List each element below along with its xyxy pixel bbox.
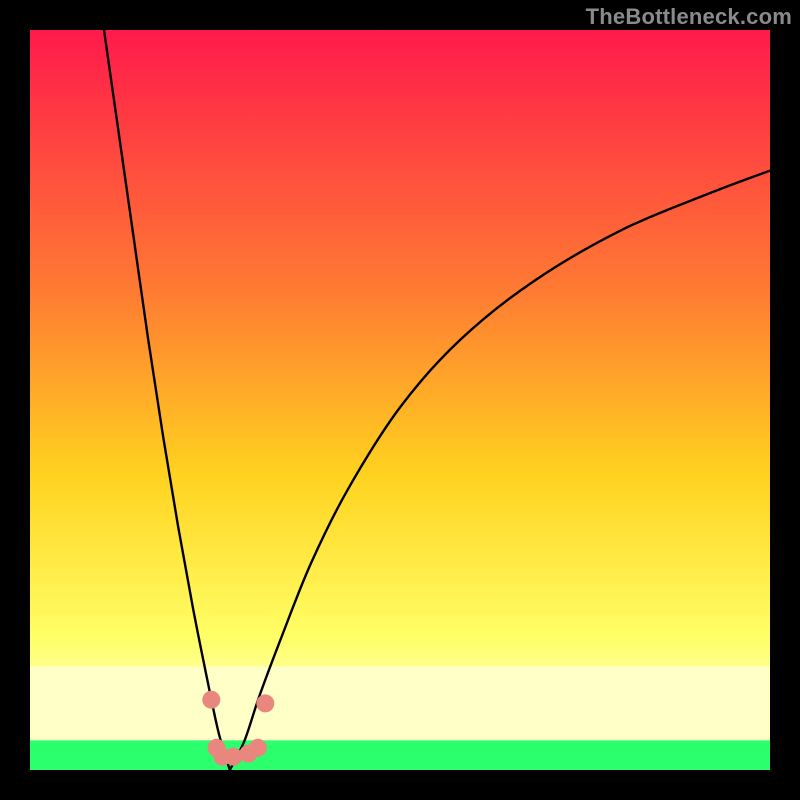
data-marker xyxy=(202,691,220,709)
optimal-band xyxy=(30,740,770,770)
bottleneck-chart xyxy=(30,30,770,770)
data-marker xyxy=(249,739,267,757)
data-marker xyxy=(225,748,243,766)
chart-frame xyxy=(30,30,770,770)
watermark-text: TheBottleneck.com xyxy=(586,4,792,30)
gradient-background xyxy=(30,30,770,770)
data-marker xyxy=(256,694,274,712)
near-optimal-band xyxy=(30,666,770,740)
